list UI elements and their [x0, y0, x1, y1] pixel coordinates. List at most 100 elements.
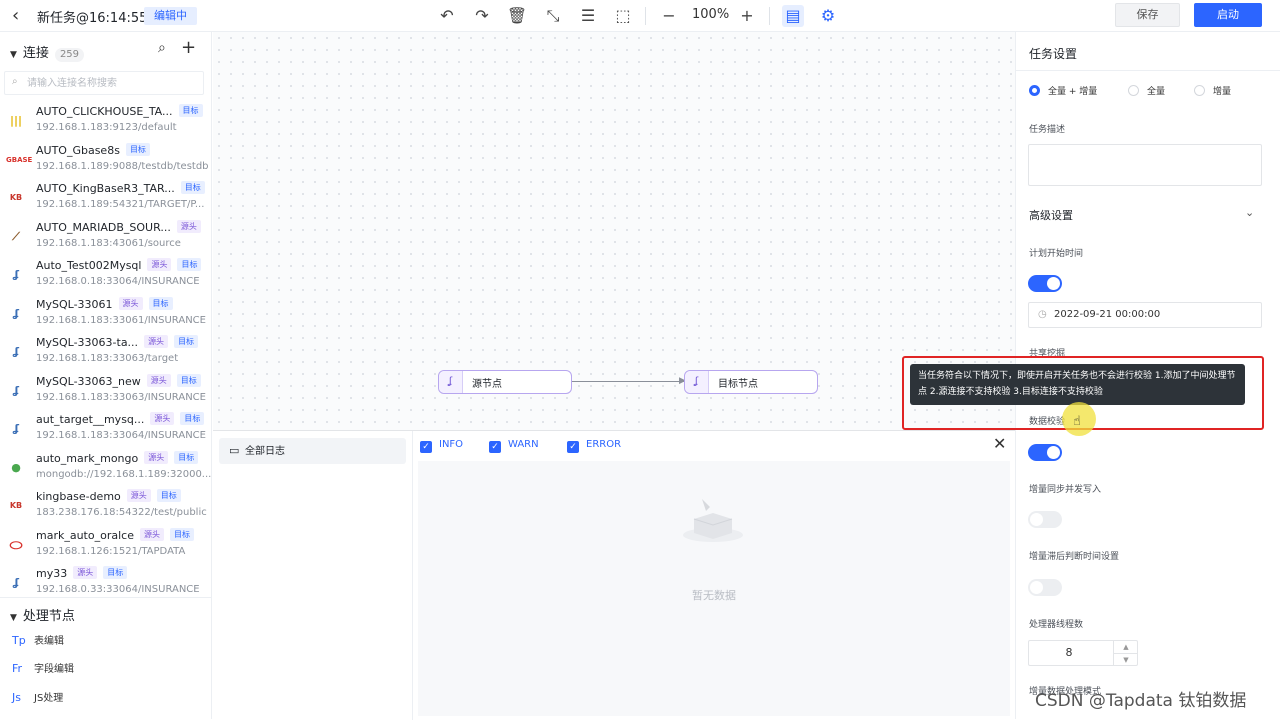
- mysql-icon: ʆ: [12, 383, 20, 397]
- threads-stepper[interactable]: 8 ▲ ▼: [1028, 640, 1138, 666]
- connection-address: 192.168.1.183:33064/INSURANCE: [36, 430, 206, 441]
- source-tag: 源头: [146, 373, 171, 387]
- decrement-icon[interactable]: ▼: [1113, 653, 1138, 665]
- schedule-datetime-input[interactable]: ◷ 2022-09-21 00:00:00: [1028, 302, 1262, 328]
- all-logs-item[interactable]: ▭ 全部日志: [219, 438, 406, 464]
- zoom-out-icon[interactable]: −: [658, 5, 680, 27]
- data-check-toggle[interactable]: [1028, 444, 1062, 461]
- connection-item[interactable]: KB AUTO_KingBaseR3_TAR... 目标 192.168.1.18…: [0, 179, 212, 217]
- zoom-in-icon[interactable]: +: [736, 5, 758, 27]
- connection-search-input[interactable]: [27, 75, 197, 91]
- processing-node-js[interactable]: Js JS处理: [12, 689, 63, 704]
- connection-item[interactable]: ⬭ mark_auto_oralce 源头 目标 192.168.1.126:152…: [0, 526, 212, 564]
- target-tag: 目标: [125, 142, 150, 156]
- empty-box-icon: [683, 499, 743, 542]
- advanced-settings-label: 高级设置: [1029, 209, 1073, 222]
- auto-layout-icon[interactable]: ☰: [577, 5, 599, 27]
- sync-type-full-incremental[interactable]: 全量 + 增量: [1029, 84, 1097, 97]
- connection-name: kingbase-demo 源头 目标: [36, 489, 181, 503]
- connection-name: AUTO_KingBaseR3_TAR... 目标: [36, 181, 205, 195]
- field-edit-icon: Fr: [12, 662, 23, 675]
- dag-canvas[interactable]: ʆ 源节点 ▶ ʆ 目标节点: [213, 32, 1015, 430]
- redo-icon[interactable]: ↷: [471, 5, 493, 27]
- undo-icon[interactable]: ↶: [436, 5, 458, 27]
- left-sidebar: ▼ 连接 259 ⌕ + ⌕ ||| AUTO_CLICKHOUSE_TA...目标…: [0, 32, 212, 719]
- sync-type-full[interactable]: 全量: [1128, 84, 1165, 97]
- chevron-down-icon[interactable]: ⌄: [1245, 206, 1254, 219]
- connection-name: aut_target__mysq... 源头 目标: [36, 412, 205, 426]
- back-icon[interactable]: ‹: [12, 5, 19, 26]
- log-content: 暂无数据: [418, 461, 1010, 716]
- clipboard-icon[interactable]: ▤: [782, 5, 804, 27]
- mysql-icon: ʆ: [12, 576, 20, 589]
- search-icon[interactable]: ⌕: [158, 40, 166, 56]
- log-panel: ▭ 全部日志 ✓ INFO ✓ WARN ✓ ERROR ✕ 暂无数据: [213, 430, 1015, 720]
- target-tag: 目标: [174, 335, 199, 348]
- connections-count: 259: [54, 48, 85, 62]
- oracle-icon: ⬭: [9, 535, 23, 554]
- connection-search: ⌕: [4, 71, 204, 95]
- settings-divider: [1016, 70, 1280, 71]
- gbase-icon: GBASE: [6, 155, 33, 164]
- mysql-icon: ʆ: [685, 371, 709, 393]
- connections-header[interactable]: ▼ 连接 259: [10, 42, 85, 62]
- add-connection-icon[interactable]: +: [181, 37, 196, 58]
- schedule-toggle[interactable]: [1028, 275, 1062, 292]
- description-textarea[interactable]: [1028, 144, 1262, 186]
- schedule-label: 计划开始时间: [1029, 249, 1084, 259]
- connection-name: MySQL-33063-ta... 源头 目标: [36, 335, 199, 349]
- lag-setting-label: 增量滞后判断时间设置: [1029, 552, 1120, 562]
- radio-icon: [1128, 85, 1139, 96]
- target-node[interactable]: ʆ 目标节点: [684, 370, 818, 394]
- incremental-write-toggle[interactable]: [1028, 511, 1062, 528]
- description-label: 任务描述: [1029, 125, 1066, 135]
- connection-item[interactable]: ||| AUTO_CLICKHOUSE_TA... 目标 192.168.1.18…: [0, 102, 212, 140]
- connections-label: 连接: [22, 46, 49, 61]
- fit-view-icon[interactable]: ⤡: [542, 5, 564, 27]
- lag-setting-toggle[interactable]: [1028, 579, 1062, 596]
- connection-item[interactable]: ⟋ AUTO_MARIADB_SOUR... 源头 192.168.1.183:4…: [0, 218, 212, 256]
- increment-icon[interactable]: ▲: [1113, 641, 1138, 653]
- select-mode-icon[interactable]: ⬚: [612, 5, 634, 27]
- threads-label: 处理器线程数: [1029, 620, 1084, 630]
- connection-address: 192.168.1.183:33061/INSURANCE: [36, 314, 206, 326]
- close-icon[interactable]: ✕: [993, 434, 1006, 453]
- target-tag: 目标: [103, 566, 128, 579]
- processing-nodes-header[interactable]: ▼ 处理节点: [10, 605, 75, 624]
- mysql-icon: ʆ: [439, 371, 463, 393]
- info-checkbox[interactable]: ✓ INFO: [420, 439, 463, 453]
- source-tag: 源头: [139, 527, 164, 541]
- target-tag: 目标: [178, 104, 203, 117]
- connection-item[interactable]: ● auto_mark_mongo 源头 目标 mongodb://192.168.…: [0, 449, 212, 487]
- task-title[interactable]: 新任务@16:14:55: [37, 7, 147, 26]
- node-connection-line[interactable]: [572, 381, 685, 382]
- connection-item[interactable]: ʆ MySQL-33063_new 源头 目标 192.168.1.183:3306…: [0, 372, 212, 410]
- save-button[interactable]: 保存: [1115, 3, 1180, 27]
- sync-type-incremental[interactable]: 增量: [1194, 84, 1231, 97]
- connection-item[interactable]: ʆ MySQL-33061 源头 目标 192.168.1.183:33061/IN…: [0, 295, 212, 333]
- source-node[interactable]: ʆ 源节点: [438, 370, 572, 394]
- processing-node-table-edit[interactable]: Tp 表编辑: [12, 632, 64, 647]
- connection-item[interactable]: ʆ Auto_Test002Mysql 源头 目标 192.168.0.18:330…: [0, 256, 212, 294]
- error-checkbox[interactable]: ✓ ERROR: [567, 439, 621, 453]
- delete-icon[interactable]: 🗑: [506, 5, 528, 27]
- warn-checkbox[interactable]: ✓ WARN: [489, 439, 539, 453]
- target-tag: 目标: [180, 181, 205, 194]
- start-button[interactable]: 启动: [1194, 3, 1262, 27]
- processing-node-field-edit[interactable]: Fr 字段编辑: [12, 660, 74, 675]
- source-tag: 源头: [144, 335, 169, 348]
- target-tag: 目标: [177, 258, 202, 271]
- source-tag: 源头: [150, 412, 175, 425]
- processing-nodes-label: 处理节点: [22, 609, 75, 624]
- data-check-tooltip: 当任务符合以下情况下，即使开启开关任务也不会进行校验 1.添加了中间处理节点 2…: [910, 364, 1245, 405]
- connection-item[interactable]: GBASE AUTO_Gbase8s 目标 192.168.1.189:9088/…: [0, 141, 212, 179]
- settings-gear-icon[interactable]: ⚙: [817, 5, 839, 27]
- connection-item[interactable]: ʆ MySQL-33063-ta... 源头 目标 192.168.1.183:33…: [0, 333, 212, 371]
- threads-value: 8: [1065, 646, 1073, 659]
- kingbase-icon: KB: [9, 501, 23, 510]
- mysql-icon: ʆ: [12, 345, 20, 358]
- target-tag: 目标: [174, 450, 199, 464]
- connection-item[interactable]: ʆ aut_target__mysq... 源头 目标 192.168.1.183:…: [0, 410, 212, 448]
- target-tag: 目标: [156, 489, 181, 502]
- connection-item[interactable]: KB kingbase-demo 源头 目标 183.238.176.18:5432…: [0, 487, 212, 525]
